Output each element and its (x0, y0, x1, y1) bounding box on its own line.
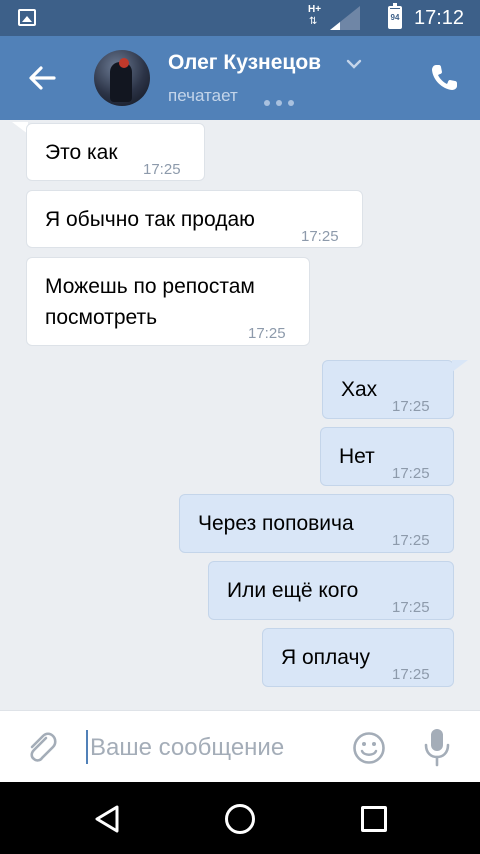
navigation-bar (0, 782, 480, 854)
bubble-tail (452, 360, 468, 372)
message-outgoing[interactable]: Через поповича 17:25 (179, 494, 454, 553)
nav-recents-icon[interactable] (361, 806, 387, 832)
chat-header: Олег Кузнецов печатает (0, 36, 480, 120)
message-time: 17:25 (392, 532, 430, 549)
message-outgoing[interactable]: Или ещё кого 17:25 (208, 561, 454, 620)
status-time: 17:12 (414, 7, 465, 29)
message-time: 17:25 (392, 398, 430, 415)
avatar[interactable] (94, 50, 150, 106)
nav-back-icon[interactable] (92, 804, 122, 834)
battery-icon: 94 (388, 3, 402, 29)
message-time: 17:25 (248, 325, 286, 342)
signal-icon (330, 6, 360, 30)
message-incoming[interactable]: Можешь по репостам посмотреть 17:25 (26, 257, 310, 346)
message-outgoing[interactable]: Я оплачу 17:25 (262, 628, 454, 687)
message-text-line-1: Можешь по репостам (45, 275, 255, 298)
nav-home-icon[interactable] (225, 804, 255, 834)
message-incoming[interactable]: Я обычно так продаю 17:25 (26, 190, 363, 248)
message-text: Я обычно так продаю (45, 208, 255, 231)
status-bar: H+ ⇅ 94 17:12 (0, 0, 480, 36)
message-text-line-2: посмотреть (45, 306, 158, 329)
back-arrow-icon[interactable] (26, 62, 58, 94)
message-text: Нет (339, 445, 375, 468)
message-text: Это как (45, 141, 118, 164)
message-composer (0, 710, 480, 782)
message-input[interactable] (90, 733, 330, 763)
message-time: 17:25 (301, 228, 339, 245)
message-text: Через поповича (198, 512, 354, 535)
message-text: Или ещё кого (227, 579, 359, 602)
emoji-icon[interactable] (352, 731, 386, 765)
message-outgoing[interactable]: Нет 17:25 (320, 427, 454, 486)
image-notification-icon (18, 9, 36, 26)
data-arrows-icon: ⇅ (309, 16, 318, 27)
paperclip-icon[interactable] (24, 729, 60, 765)
microphone-icon[interactable] (422, 727, 452, 767)
message-incoming[interactable]: Это как 17:25 (26, 123, 205, 181)
message-time: 17:25 (392, 465, 430, 482)
message-list[interactable]: Это как 17:25 Я обычно так продаю 17:25 … (0, 120, 480, 710)
message-text: Хах (341, 378, 378, 401)
message-text: Я оплачу (281, 646, 370, 669)
contact-name[interactable]: Олег Кузнецов (168, 51, 321, 75)
battery-level: 94 (390, 9, 400, 27)
network-type: H+ (308, 4, 322, 15)
text-cursor (86, 730, 88, 764)
message-outgoing[interactable]: Хах 17:25 (322, 360, 454, 419)
chevron-down-icon[interactable] (346, 58, 362, 70)
message-time: 17:25 (392, 666, 430, 683)
typing-dots-icon (264, 93, 304, 106)
typing-status: печатает (168, 86, 238, 105)
message-time: 17:25 (392, 599, 430, 616)
message-time: 17:25 (143, 161, 181, 178)
phone-icon[interactable] (428, 62, 460, 94)
